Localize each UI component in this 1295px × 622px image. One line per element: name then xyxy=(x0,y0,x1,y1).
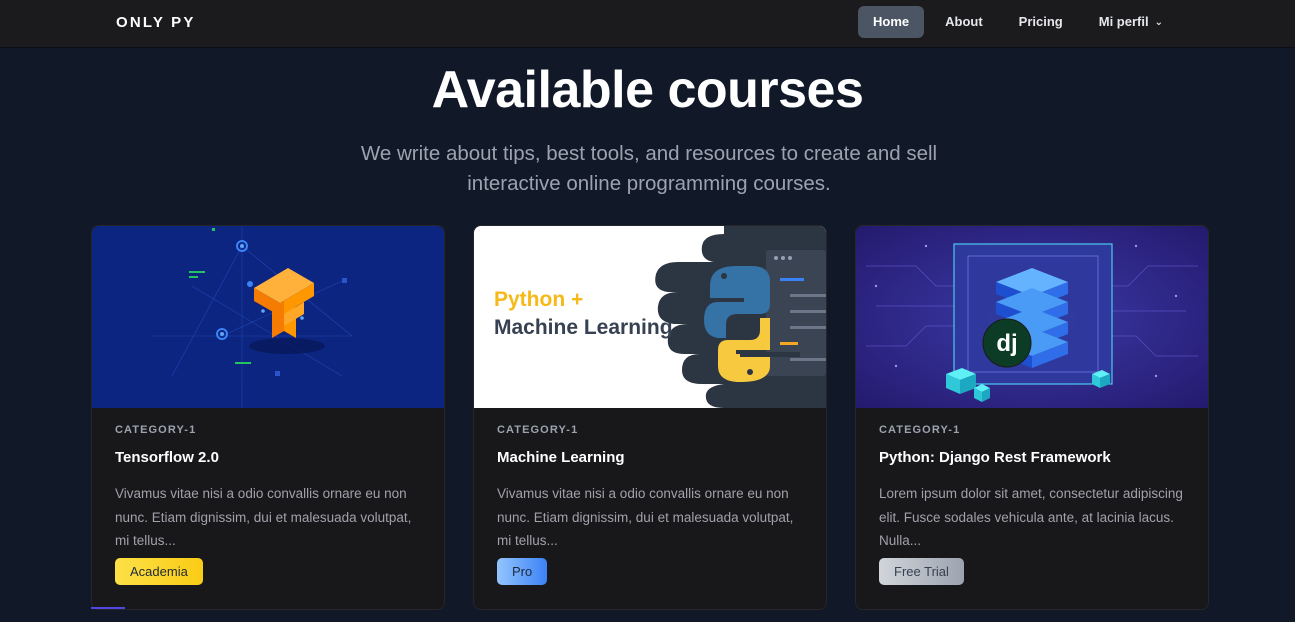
card-title[interactable]: Python: Django Rest Framework xyxy=(879,449,1189,469)
course-card-django[interactable]: dj CATEGORY-1 Python: Django Rest Framew… xyxy=(855,225,1209,610)
card-category: CATEGORY-1 xyxy=(497,424,579,436)
scroll-indicator xyxy=(91,607,125,609)
card-category: CATEGORY-1 xyxy=(115,424,197,436)
course-card-tensorflow[interactable]: CATEGORY-1 Tensorflow 2.0 Vivamus vitae … xyxy=(91,225,445,610)
card-title[interactable]: Machine Learning xyxy=(497,449,807,469)
nav-pricing-link[interactable]: Pricing xyxy=(1004,6,1078,38)
nav-profile-label: Mi perfil xyxy=(1098,14,1149,29)
page-subtitle: We write about tips, best tools, and res… xyxy=(360,142,938,195)
card-body: CATEGORY-1 Machine Learning Vivamus vita… xyxy=(497,424,807,553)
academia-badge[interactable]: Academia xyxy=(115,558,203,585)
nav-links: Home About Pricing Mi perfil ⌄ xyxy=(858,6,1184,38)
image-text-python: Python + xyxy=(494,288,583,311)
pro-badge[interactable]: Pro xyxy=(497,558,548,585)
django-logo-text: dj xyxy=(996,330,1017,357)
card-category: CATEGORY-1 xyxy=(879,424,961,436)
free-trial-badge[interactable]: Free Trial xyxy=(879,558,964,585)
card-description: Vivamus vitae nisi a odio convallis orna… xyxy=(497,486,794,548)
python-ml-image: Python + Machine Learning xyxy=(474,226,826,408)
card-description: Lorem ipsum dolor sit amet, consectetur … xyxy=(879,486,1183,548)
nav-home-link[interactable]: Home xyxy=(858,6,925,38)
course-card-machine-learning[interactable]: Python + Machine Learning CATEGORY-1 Mac… xyxy=(473,225,827,610)
brand-logo[interactable]: ONLY PY xyxy=(116,14,196,31)
card-body: CATEGORY-1 Python: Django Rest Framework… xyxy=(879,424,1189,553)
tensorflow-image xyxy=(92,226,444,408)
card-body: CATEGORY-1 Tensorflow 2.0 Vivamus vitae … xyxy=(115,424,425,553)
django-image: dj xyxy=(856,226,1208,408)
navbar: ONLY PY Home About Pricing Mi perfil ⌄ xyxy=(0,0,1295,47)
chevron-down-icon: ⌄ xyxy=(1154,17,1163,28)
image-text-ml: Machine Learning xyxy=(494,316,673,339)
card-description: Vivamus vitae nisi a odio convallis orna… xyxy=(115,486,412,548)
nav-profile-dropdown[interactable]: Mi perfil ⌄ xyxy=(1084,6,1178,38)
card-title[interactable]: Tensorflow 2.0 xyxy=(115,449,425,469)
page-title: Available courses xyxy=(431,61,864,119)
nav-about-link[interactable]: About xyxy=(930,6,998,38)
